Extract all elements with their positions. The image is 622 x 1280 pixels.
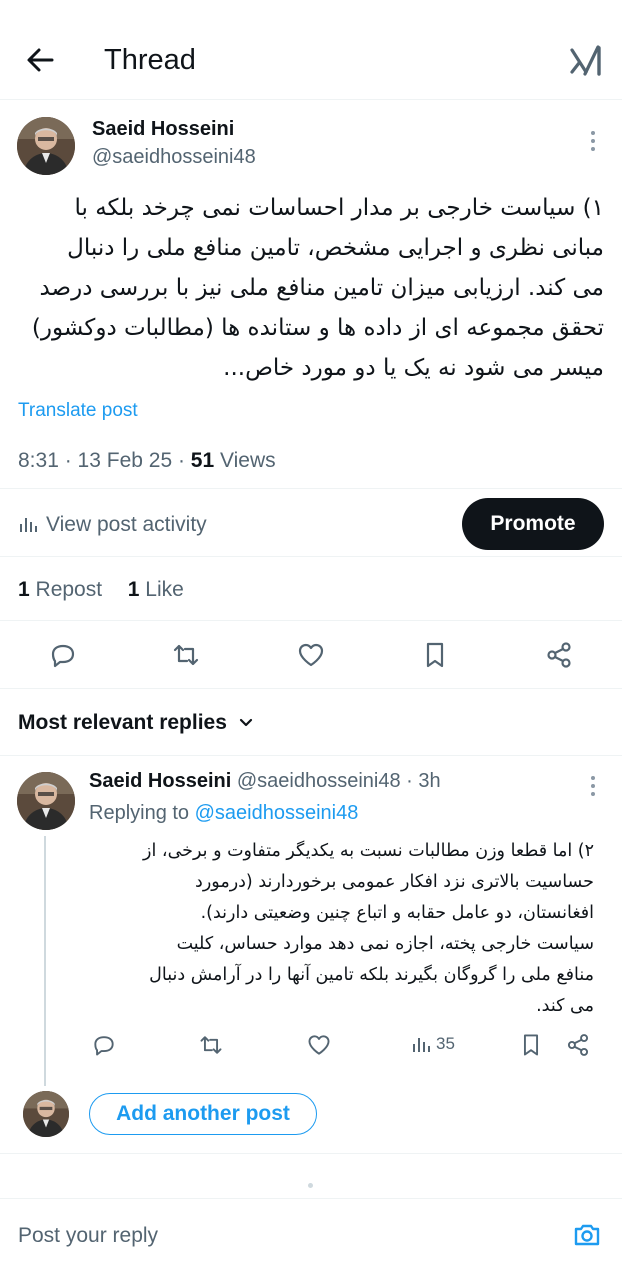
analytics-icon	[18, 514, 38, 534]
author-handle[interactable]: @saeidhosseini48	[92, 146, 256, 169]
reply-avatar[interactable]	[17, 772, 75, 830]
reply-text-line: افغانستان، دو عامل حقابه و اتباع چنین وض…	[200, 903, 594, 923]
replying-to: Replying to @saeidhosseini48	[89, 802, 358, 825]
reply-icon[interactable]	[48, 640, 78, 670]
replying-to-handle[interactable]: @saeidhosseini48	[195, 802, 359, 824]
author-name[interactable]: Saeid Hosseini	[92, 118, 234, 141]
thread-connector-line	[44, 836, 46, 1086]
views-count: 51	[190, 449, 215, 472]
actions-divider	[0, 688, 622, 689]
likes-label[interactable]: Like	[145, 578, 184, 601]
sort-divider	[0, 755, 622, 756]
view-post-activity-link[interactable]: View post activity	[46, 513, 207, 537]
camera-icon[interactable]	[572, 1220, 602, 1250]
header-divider	[0, 99, 622, 100]
composer-divider	[0, 1198, 622, 1199]
promote-button[interactable]: Promote	[462, 498, 604, 550]
page-title: Thread	[104, 44, 196, 76]
likes-count: 1	[127, 578, 140, 601]
post-text-line: می کند. ارزیابی میزان تامین منافع ملی نی…	[39, 275, 604, 301]
post-text: ۱) سیاست خارجی بر مدار احساسات نمی چرخد …	[16, 188, 604, 388]
post-date: 13 Feb 25	[77, 449, 173, 472]
reply-header: Saeid Hosseini @saeidhosseini48 · 3h	[89, 770, 441, 792]
meta-divider	[0, 488, 622, 489]
replying-to-prefix: Replying to	[89, 802, 190, 824]
grok-logo-icon[interactable]	[568, 44, 604, 78]
reposts-label[interactable]: Repost	[36, 578, 103, 601]
reply-share-icon[interactable]	[565, 1032, 591, 1058]
post-meta: 8:31 · 13 Feb 25 · 51 Views	[18, 449, 276, 472]
reply-text-line: می کند.	[536, 996, 594, 1016]
replies-sort-label: Most relevant replies	[18, 711, 227, 734]
post-text-line: مبانی نظری و اجرایی مشخص، تامین منافع مل…	[67, 235, 604, 261]
reply-text-line: ۲) اما قطعا وزن مطالبات نسبت به یکدیگر م…	[143, 841, 594, 861]
reply-text-line: حساسیت بالاتری نزد افکار عمومی برخوردارن…	[195, 872, 594, 892]
reply-like-icon[interactable]	[306, 1032, 332, 1058]
thread-end-divider	[0, 1153, 622, 1154]
loading-dot	[308, 1183, 313, 1188]
more-options-icon[interactable]	[588, 129, 598, 153]
reply-reply-icon[interactable]	[91, 1032, 117, 1058]
reply-views-count: 35	[436, 1034, 455, 1053]
stats-divider	[0, 620, 622, 621]
reply-more-options-icon[interactable]	[588, 774, 598, 798]
share-icon[interactable]	[544, 640, 574, 670]
reply-text-line: سیاست خارجی پخته، اجازه نمی دهد موارد حس…	[176, 934, 594, 954]
compose-avatar	[23, 1091, 69, 1137]
post-text-line: میسر می شود نه یک یا دو مورد خاص...	[223, 355, 604, 381]
activity-divider	[0, 556, 622, 557]
reply-author-name[interactable]: Saeid Hosseini	[89, 770, 231, 792]
reposts-count: 1	[18, 578, 30, 601]
reply-repost-icon[interactable]	[198, 1032, 224, 1058]
views-label: Views	[220, 449, 276, 472]
reply-age: 3h	[418, 770, 441, 792]
translate-post-link[interactable]: Translate post	[18, 400, 138, 422]
views-icon	[411, 1034, 431, 1054]
post-text-line: تحقق مجموعه ای از داده ها و ستانده ها (م…	[31, 315, 604, 341]
bookmark-icon[interactable]	[420, 640, 450, 670]
engagement-stats: 1 Repost 1 Like	[18, 578, 184, 602]
reply-views[interactable]: 35	[411, 1034, 455, 1054]
post-text-line: ۱) سیاست خارجی بر مدار احساسات نمی چرخد …	[74, 195, 605, 221]
reply-text-line: منافع ملی را گروگان بگیرند بلکه تامین آن…	[149, 965, 594, 985]
repost-icon[interactable]	[171, 640, 201, 670]
replies-sort-dropdown[interactable]: Most relevant replies	[18, 711, 255, 735]
post-time: 8:31	[18, 449, 59, 472]
add-another-post-button[interactable]: Add another post	[89, 1093, 317, 1135]
reply-composer-input[interactable]: Post your reply	[18, 1224, 158, 1248]
reply-bookmark-icon[interactable]	[518, 1032, 544, 1058]
avatar[interactable]	[17, 117, 75, 175]
like-icon[interactable]	[296, 640, 326, 670]
reply-author-handle[interactable]: @saeidhosseini48	[237, 770, 401, 792]
back-arrow-icon[interactable]	[22, 42, 58, 78]
chevron-down-icon	[237, 714, 255, 732]
reply-text: ۲) اما قطعا وزن مطالبات نسبت به یکدیگر م…	[89, 836, 594, 1022]
